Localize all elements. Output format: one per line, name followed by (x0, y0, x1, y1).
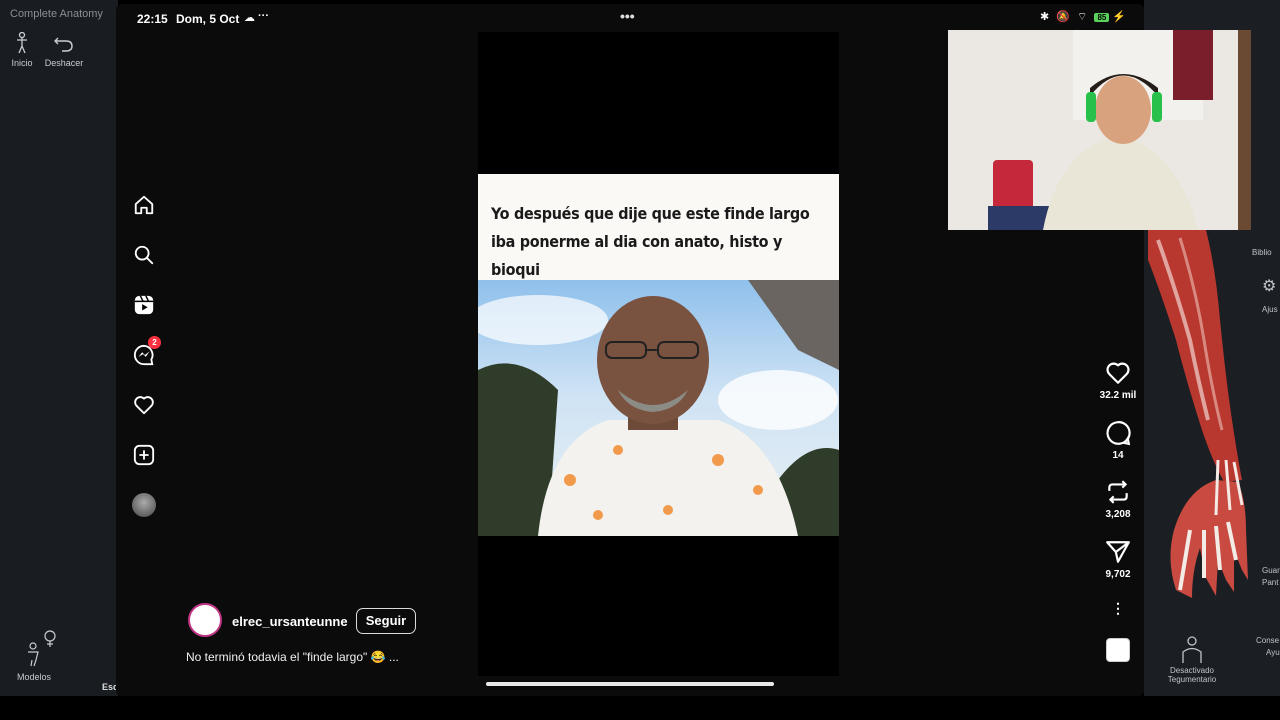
modelos-button[interactable]: Modelos (16, 630, 56, 682)
biblioteca-label[interactable]: Biblio (1252, 248, 1272, 257)
deshacer-button[interactable]: Deshacer (44, 32, 84, 68)
tegumentario-toggle[interactable]: Desactivado Tegumentario (1160, 636, 1224, 684)
anatomy-left-panel (0, 0, 118, 696)
search-button[interactable] (122, 230, 166, 280)
ayuda-label: Ayu (1266, 648, 1280, 657)
tegumentario-label: Tegumentario (1167, 675, 1217, 684)
webcam-overlay (948, 30, 1251, 230)
arm-muscle-model (1148, 230, 1248, 598)
home-button[interactable] (122, 180, 166, 230)
guardar-label[interactable]: Guar (1262, 566, 1280, 575)
status-icons: ✱ 🔕 ⌔ 85 ⚡ (1040, 10, 1126, 24)
follow-button[interactable]: Seguir (356, 608, 416, 634)
repost-button[interactable]: 3,208 (1096, 479, 1140, 520)
bottom-bar (0, 696, 1280, 720)
repost-icon (1108, 480, 1128, 504)
messages-button[interactable]: 2 (122, 330, 166, 380)
audio-thumbnail[interactable] (1106, 638, 1130, 662)
body-figure-icon (1182, 636, 1202, 663)
comment-button[interactable]: 14 (1096, 420, 1140, 461)
app-title: Complete Anatomy (10, 8, 103, 20)
profile-button[interactable] (122, 480, 166, 530)
like-count: 32.2 mil (1099, 390, 1137, 401)
bluetooth-icon: ✱ (1040, 11, 1050, 23)
ajustes-label: Ajus (1262, 305, 1278, 314)
status-date: Dom, 5 Oct (176, 12, 240, 26)
messages-badge: 2 (148, 336, 161, 349)
video-progress-bar[interactable] (486, 682, 774, 686)
profile-avatar (132, 493, 156, 517)
post-caption[interactable]: No terminó todavia el "finde largo" 😂 ..… (186, 650, 399, 664)
repost-count: 3,208 (1105, 509, 1131, 520)
comment-icon (1106, 421, 1131, 446)
create-icon (133, 444, 155, 466)
send-icon (1106, 541, 1130, 563)
charging-icon: ⚡ (1112, 11, 1127, 23)
share-button[interactable]: 9,702 (1096, 539, 1140, 580)
meme-image (478, 280, 839, 536)
modelos-label: Modelos (16, 672, 52, 682)
mute-icon: 🔕 (1056, 11, 1070, 23)
deshacer-label: Deshacer (44, 58, 84, 68)
heart-icon (134, 396, 154, 415)
meme-caption-text: Yo después que dije que este finde largo… (491, 204, 810, 279)
settings-gear-icon[interactable]: ⚙ (1262, 276, 1276, 296)
consejos-label[interactable]: Conse (1256, 636, 1279, 645)
like-button[interactable]: 32.2 mil (1096, 360, 1140, 401)
female-symbol-icon (28, 630, 56, 667)
wifi-icon: ⌔ (1077, 11, 1088, 23)
status-time: 22:15 (137, 12, 168, 26)
human-figure-icon (17, 32, 27, 54)
author-avatar[interactable] (188, 603, 222, 637)
author-username[interactable]: elrec_ursanteunne (232, 614, 348, 629)
inicio-label: Inicio (11, 58, 33, 68)
cloud-icon: ☁ (244, 12, 255, 24)
instagram-sidebar: 2 (122, 180, 166, 530)
reels-icon (134, 295, 154, 315)
status-overflow: ··· (258, 10, 269, 22)
battery-icon: 85 (1094, 13, 1110, 22)
inicio-button[interactable]: Inicio (8, 32, 36, 68)
undo-icon (54, 37, 73, 52)
webcam-feed (948, 30, 1251, 230)
tegumentario-state: Desactivado (1169, 666, 1215, 675)
notifications-button[interactable] (122, 380, 166, 430)
comment-count: 14 (1112, 450, 1124, 461)
heart-icon (1106, 362, 1130, 384)
more-options-button[interactable]: ⋮ (1096, 600, 1140, 617)
share-count: 9,702 (1105, 569, 1131, 580)
home-icon (134, 195, 154, 215)
meme-photo (478, 280, 839, 536)
search-icon (134, 245, 154, 265)
multitask-menu[interactable]: ••• (620, 8, 635, 24)
reels-button[interactable] (122, 280, 166, 330)
pantalla-label: Pant (1262, 578, 1279, 587)
create-button[interactable] (122, 430, 166, 480)
